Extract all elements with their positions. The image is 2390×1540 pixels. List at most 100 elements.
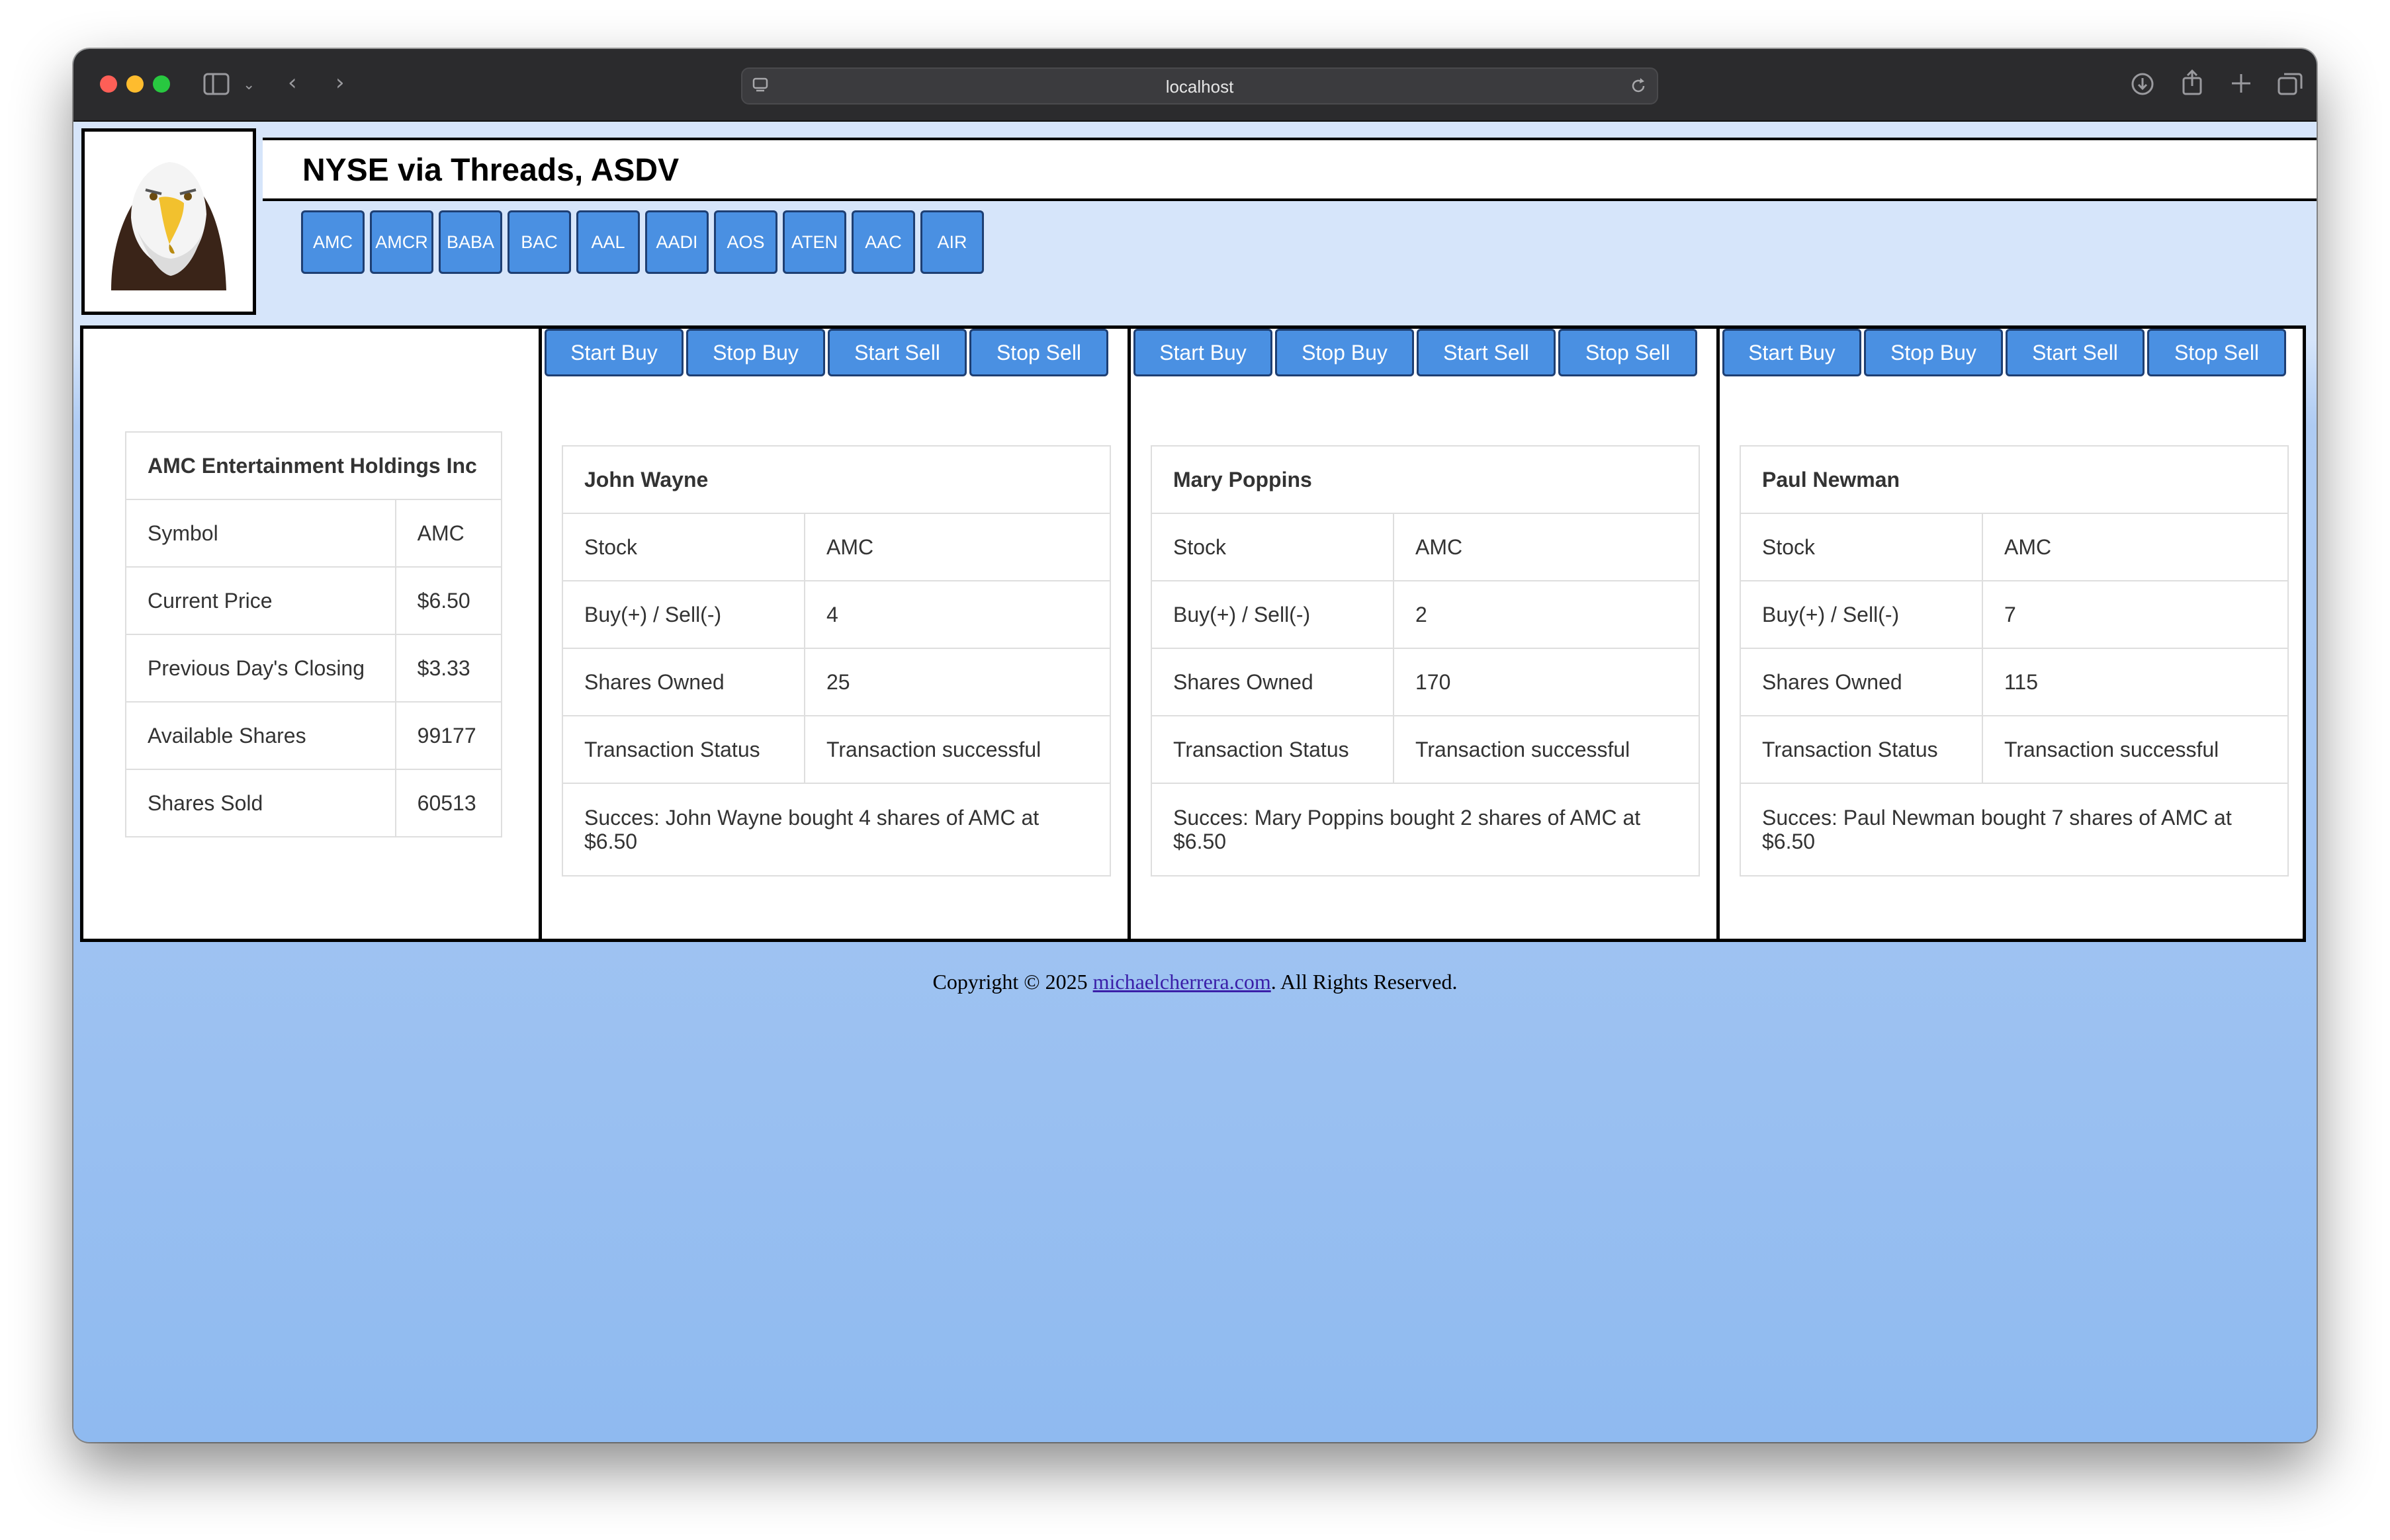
start-sell-button[interactable]: Start Sell	[1417, 329, 1556, 376]
table-row: Transaction Status Transaction successful	[562, 715, 1111, 784]
chevron-down-icon[interactable]: ⌄	[243, 74, 255, 97]
stop-sell-button[interactable]: Stop Sell	[969, 329, 1108, 376]
start-sell-button[interactable]: Start Sell	[828, 329, 967, 376]
transaction-status-value: Transaction successful	[1982, 715, 2289, 784]
copyright-prefix: Copyright © 2025	[932, 970, 1093, 994]
row-label: Stock	[1151, 513, 1394, 581]
table-row: Succes: John Wayne bought 4 shares of AM…	[562, 783, 1111, 877]
start-buy-button[interactable]: Start Buy	[1722, 329, 1861, 376]
trader-column-mary-poppins: Start Buy Stop Buy Start Sell Stop Sell …	[1131, 329, 1720, 939]
row-label: Previous Day's Closing	[125, 634, 396, 703]
trader-name: Mary Poppins	[1151, 445, 1700, 514]
table-row: Current Price $6.50	[125, 566, 503, 635]
stop-buy-button[interactable]: Stop Buy	[1275, 329, 1414, 376]
table-row: Previous Day's Closing $3.33	[125, 634, 503, 703]
header-bar: NYSE via Threads, ASDV	[263, 138, 2317, 201]
reload-icon[interactable]	[1629, 77, 1648, 95]
stock-button-aac[interactable]: AAC	[852, 210, 915, 274]
start-buy-button[interactable]: Start Buy	[1133, 329, 1272, 376]
copyright-suffix: . All Rights Reserved.	[1270, 970, 1458, 994]
table-row: Succes: Paul Newman bought 7 shares of A…	[1740, 783, 2289, 877]
trader-action-row: Start Buy Stop Buy Start Sell Stop Sell	[1133, 329, 1697, 376]
transaction-status-value: Transaction successful	[804, 715, 1111, 784]
row-label: Buy(+) / Sell(-)	[1740, 580, 1983, 649]
trader-table: Paul Newman Stock AMC Buy(+) / Sell(-) 7 S…	[1740, 445, 2289, 877]
transaction-message: Succes: Paul Newman bought 7 shares of A…	[1740, 783, 2289, 877]
shares-owned-value: 115	[1982, 648, 2289, 716]
row-label: Transaction Status	[562, 715, 805, 784]
previous-close-value: $3.33	[394, 634, 503, 703]
table-row: Succes: Mary Poppins bought 2 shares of …	[1151, 783, 1700, 877]
current-price-value: $6.50	[394, 566, 503, 635]
close-window-button[interactable]	[100, 75, 117, 93]
tab-overview-icon[interactable]	[2277, 71, 2303, 97]
table-row: Buy(+) / Sell(-) 4	[562, 580, 1111, 649]
table-row: Buy(+) / Sell(-) 2	[1151, 580, 1700, 649]
stock-button-aten[interactable]: ATEN	[783, 210, 846, 274]
stock-button-aal[interactable]: AAL	[576, 210, 640, 274]
row-label: Transaction Status	[1151, 715, 1394, 784]
new-tab-icon[interactable]	[2229, 71, 2253, 95]
stock-button-baba[interactable]: BABA	[439, 210, 502, 274]
share-icon[interactable]	[2180, 69, 2204, 97]
table-row: Transaction Status Transaction successful	[1151, 715, 1700, 784]
stock-button-air[interactable]: AIR	[920, 210, 984, 274]
symbol-value: AMC	[394, 499, 503, 568]
footer: Copyright © 2025 michaelcherrera.com. Al…	[73, 970, 2317, 994]
back-arrow-icon[interactable]: ‹	[288, 71, 297, 94]
stock-button-bac[interactable]: BAC	[508, 210, 571, 274]
download-icon[interactable]	[2130, 71, 2155, 97]
stock-button-amc[interactable]: AMC	[301, 210, 365, 274]
shares-owned-value: 25	[804, 648, 1111, 716]
address-bar[interactable]: localhost	[741, 67, 1658, 105]
stock-info-table: AMC Entertainment Holdings Inc Symbol AMC…	[125, 431, 503, 837]
table-row: Shares Owned 25	[562, 648, 1111, 716]
row-label: Current Price	[125, 566, 396, 635]
table-row: Shares Sold 60513	[125, 769, 503, 837]
footer-link[interactable]: michaelcherrera.com	[1093, 970, 1271, 994]
table-row: Transaction Status Transaction successful	[1740, 715, 2289, 784]
stock-button-aadi[interactable]: AADI	[645, 210, 709, 274]
stock-value: AMC	[1393, 513, 1700, 581]
stock-button-aos[interactable]: AOS	[714, 210, 777, 274]
row-label: Stock	[562, 513, 805, 581]
stop-buy-button[interactable]: Stop Buy	[686, 329, 825, 376]
stop-sell-button[interactable]: Stop Sell	[2147, 329, 2286, 376]
table-row: Stock AMC	[1740, 513, 2289, 581]
stock-button-row: AMC AMCR BABA BAC AAL AADI AOS ATEN AAC …	[301, 210, 984, 274]
browser-toolbar: ⌄ ‹ › localhost	[73, 49, 2317, 122]
trader-column-paul-newman: Start Buy Stop Buy Start Sell Stop Sell …	[1720, 329, 2309, 939]
stop-sell-button[interactable]: Stop Sell	[1558, 329, 1697, 376]
page-title: NYSE via Threads, ASDV	[302, 153, 680, 188]
buy-sell-value: 4	[804, 580, 1111, 649]
trading-panel: AMC Entertainment Holdings Inc Symbol AMC…	[80, 325, 2306, 942]
row-label: Buy(+) / Sell(-)	[562, 580, 805, 649]
stock-value: AMC	[804, 513, 1111, 581]
page-content: NYSE via Threads, ASDV AMC AMCR BABA BAC…	[73, 122, 2317, 1442]
row-label: Available Shares	[125, 701, 396, 770]
row-label: Shares Owned	[562, 648, 805, 716]
start-sell-button[interactable]: Start Sell	[2006, 329, 2145, 376]
stop-buy-button[interactable]: Stop Buy	[1864, 329, 2003, 376]
table-row: Shares Owned 170	[1151, 648, 1700, 716]
transaction-message: Succes: John Wayne bought 4 shares of AM…	[562, 783, 1111, 877]
buy-sell-value: 2	[1393, 580, 1700, 649]
forward-arrow-icon[interactable]: ›	[335, 71, 345, 94]
browser-window: ⌄ ‹ › localhost NYSE via Threads, ASDV A…	[73, 49, 2317, 1442]
table-row: Available Shares 99177	[125, 701, 503, 770]
table-row: Buy(+) / Sell(-) 7	[1740, 580, 2289, 649]
url-text: localhost	[1165, 77, 1234, 97]
shares-sold-value: 60513	[394, 769, 503, 837]
row-label: Symbol	[125, 499, 396, 568]
start-buy-button[interactable]: Start Buy	[545, 329, 684, 376]
table-row: Stock AMC	[1151, 513, 1700, 581]
transaction-status-value: Transaction successful	[1393, 715, 1700, 784]
sidebar-toggle-icon[interactable]	[203, 73, 230, 95]
stock-value: AMC	[1982, 513, 2289, 581]
zoom-window-button[interactable]	[153, 75, 170, 93]
stock-button-amcr[interactable]: AMCR	[370, 210, 433, 274]
trader-table: John Wayne Stock AMC Buy(+) / Sell(-) 4 Sh…	[562, 445, 1111, 877]
available-shares-value: 99177	[394, 701, 503, 770]
table-row: Shares Owned 115	[1740, 648, 2289, 716]
minimize-window-button[interactable]	[126, 75, 144, 93]
